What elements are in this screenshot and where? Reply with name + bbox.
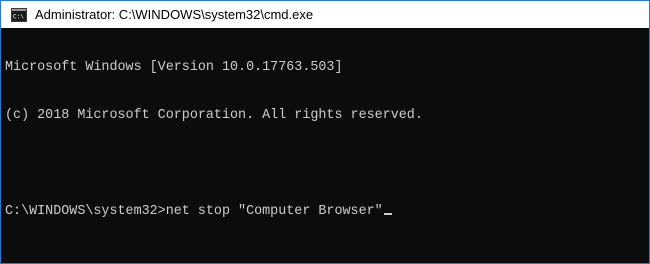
text-cursor (383, 213, 392, 215)
cmd-window: C:\ Administrator: C:\WINDOWS\system32\c… (0, 0, 650, 264)
console-line-command: C:\WINDOWS\system32>net stop "Computer B… (5, 204, 645, 220)
console-line-version: Microsoft Windows [Version 10.0.17763.50… (5, 60, 343, 75)
console-output[interactable]: Microsoft Windows [Version 10.0.17763.50… (1, 28, 645, 263)
svg-text:C:\: C:\ (13, 13, 24, 20)
console-line-copyright: (c) 2018 Microsoft Corporation. All righ… (5, 108, 423, 123)
console-line-blank (5, 156, 645, 172)
window-title: Administrator: C:\WINDOWS\system32\cmd.e… (35, 7, 314, 22)
command-prompt: C:\WINDOWS\system32>net stop "Computer B… (5, 204, 383, 219)
title-bar[interactable]: C:\ Administrator: C:\WINDOWS\system32\c… (1, 1, 649, 28)
cmd-icon: C:\ (11, 7, 27, 22)
